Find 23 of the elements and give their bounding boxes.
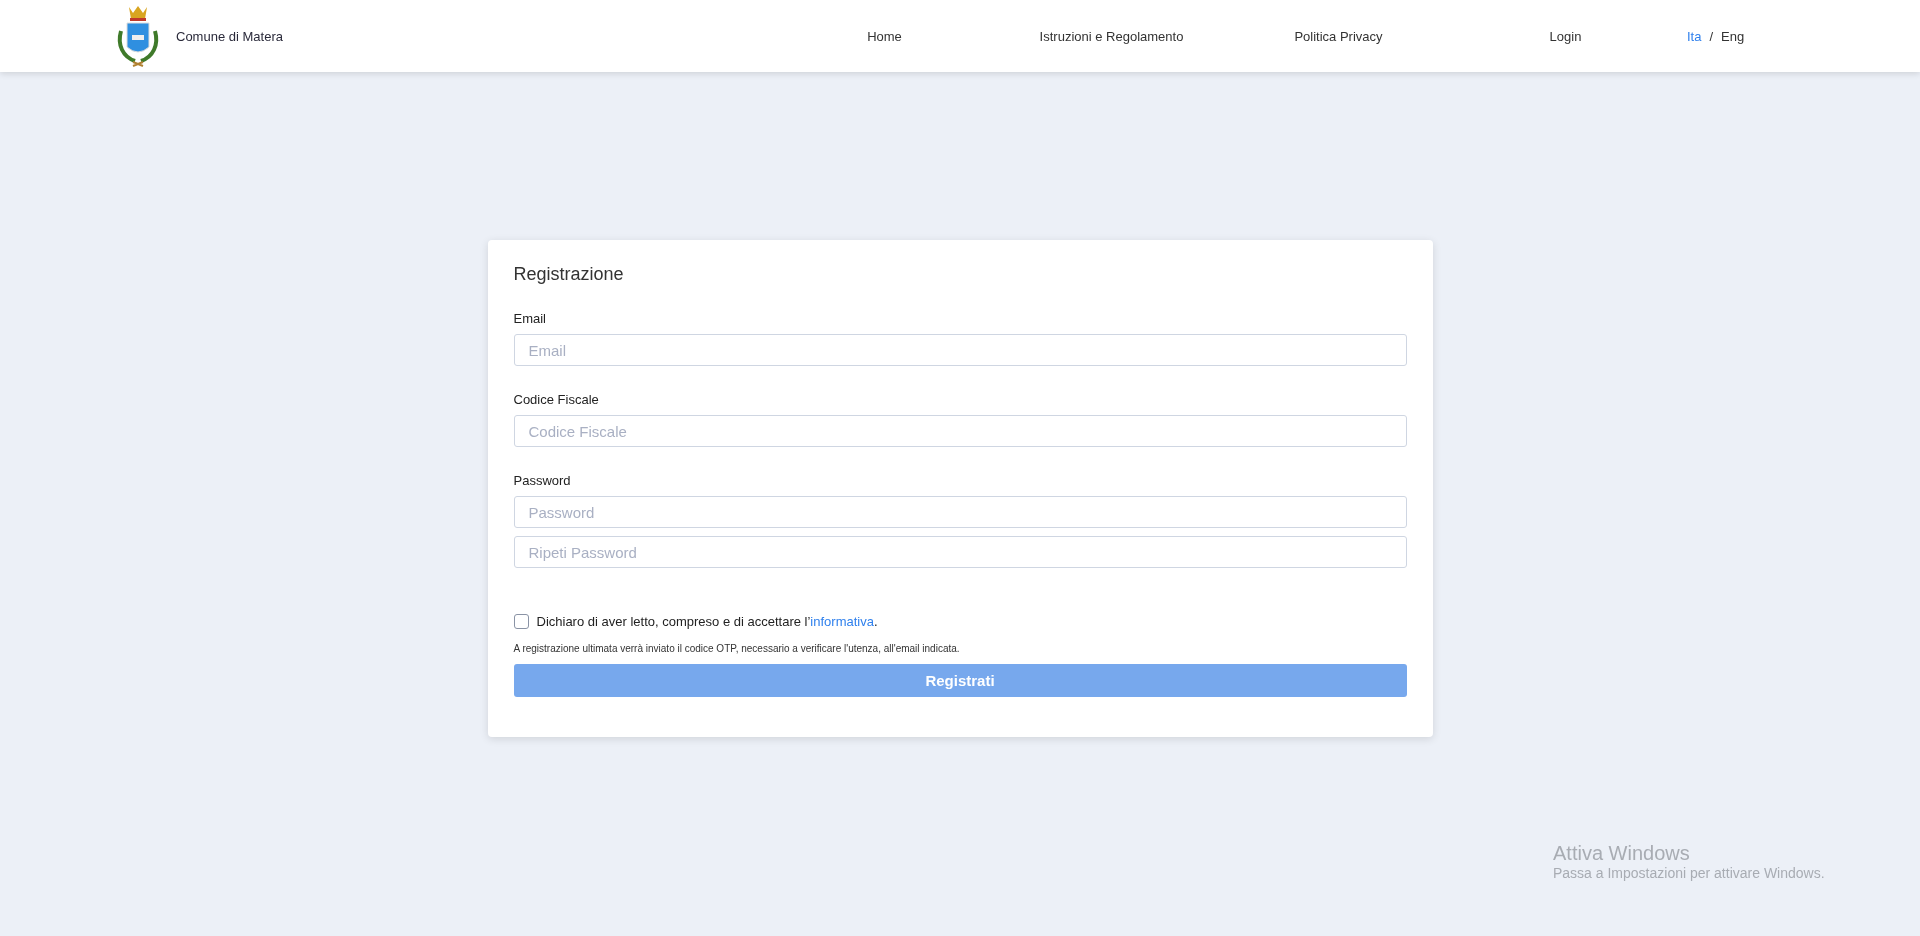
language-link[interactable]: Ita xyxy=(1687,28,1702,44)
coat-of-arms-icon xyxy=(115,5,161,67)
language-separator: / xyxy=(1709,28,1714,44)
input-field[interactable]: Codice Fiscale xyxy=(513,415,1407,447)
privacy-notice-link[interactable]: informativa xyxy=(810,614,874,629)
field-label: Password xyxy=(513,473,572,488)
nav-link[interactable]: Login xyxy=(1549,28,1582,44)
input-field[interactable]: Email xyxy=(513,334,1407,366)
otp-note: A registrazione ultimata verrà inviato il codice OTP, necessario a verificare l'utenza, all'email indicata. xyxy=(513,643,961,654)
consent-checkbox[interactable] xyxy=(513,614,529,629)
consent-text: Dichiaro di aver letto, compreso e di accettare l’informativa. xyxy=(536,614,878,629)
language-link[interactable]: Eng xyxy=(1721,28,1745,44)
nav-link[interactable]: Home xyxy=(867,28,902,44)
nav-link[interactable]: Istruzioni e Regolamento xyxy=(1039,28,1184,44)
site-name: Comune di Matera xyxy=(176,28,283,44)
form-title: Registrazione xyxy=(513,264,625,285)
input-field[interactable]: Password xyxy=(513,496,1407,528)
field-label: Codice Fiscale xyxy=(513,392,600,407)
input-field[interactable]: Ripeti Password xyxy=(513,536,1407,568)
activation-notice-title: Attiva Windows xyxy=(1553,842,1691,865)
activation-notice-text: Passa a Impostazioni per attivare Windows. xyxy=(1553,865,1825,881)
nav-link[interactable]: Politica Privacy xyxy=(1294,28,1383,44)
field-label: Email xyxy=(513,311,547,326)
